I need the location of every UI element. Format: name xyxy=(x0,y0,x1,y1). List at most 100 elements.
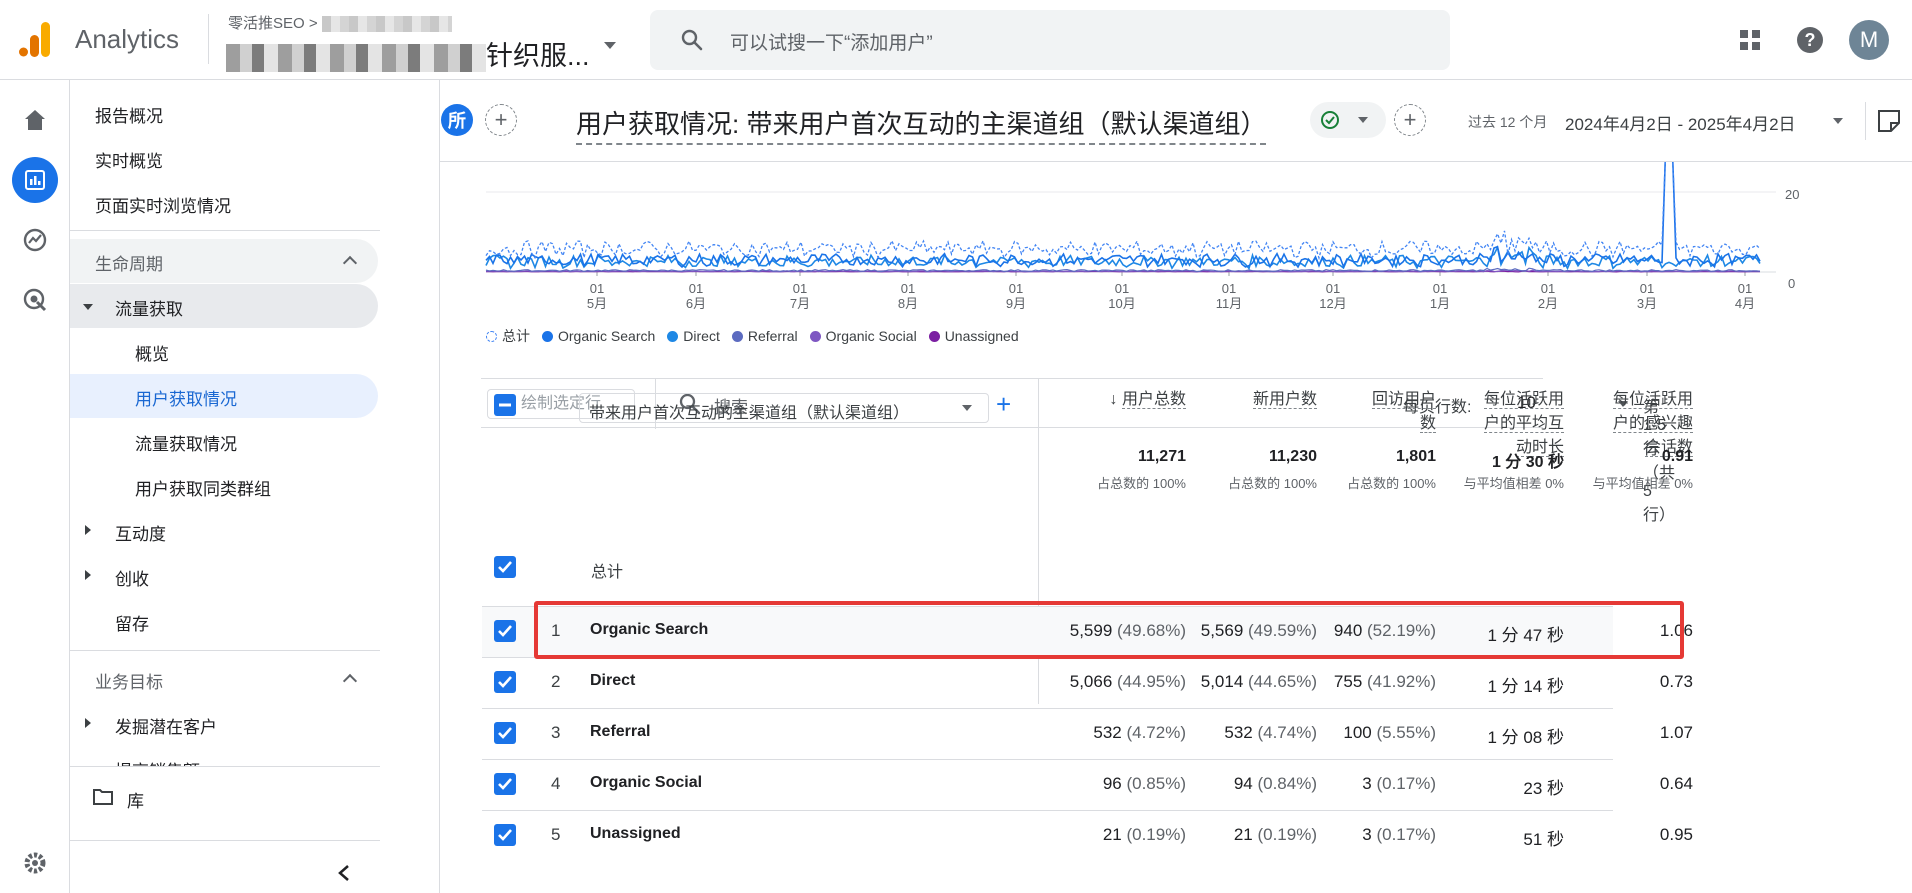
chevron-down-icon[interactable] xyxy=(1833,118,1843,124)
advertising-icon[interactable] xyxy=(12,277,58,323)
legend-item[interactable]: Organic Social xyxy=(809,328,917,344)
nav-library[interactable]: 库 xyxy=(127,787,144,812)
nav-acquisition-label: 流量获取 xyxy=(115,300,183,319)
reports-icon[interactable] xyxy=(12,157,58,203)
nav-reports-snapshot[interactable]: 报告概况 xyxy=(95,102,163,127)
nav-generate-leads[interactable]: 发掘潜在客户 xyxy=(115,713,217,738)
legend-item[interactable]: Organic Search xyxy=(542,328,655,344)
explore-icon[interactable] xyxy=(12,217,58,263)
legend-item[interactable]: 总计 xyxy=(486,326,530,346)
legend-item[interactable]: Unassigned xyxy=(928,328,1019,344)
metric-value: 5,066 xyxy=(1069,672,1113,691)
primary-dimension-select[interactable]: 带来用户首次互动的主渠道组（默认渠道组） xyxy=(579,393,989,423)
date-range-picker[interactable]: 2024年4月2日 - 2025年4月2日 xyxy=(1565,110,1796,135)
column-header[interactable]: 新用户数 xyxy=(1252,388,1317,412)
legend-item[interactable]: Referral xyxy=(731,328,798,344)
table-row[interactable] xyxy=(482,708,1613,759)
row-checkbox[interactable] xyxy=(494,824,516,846)
chevron-down-icon[interactable] xyxy=(604,42,616,49)
analytics-logo[interactable] xyxy=(18,20,52,58)
legend-label: Organic Search xyxy=(558,328,656,344)
nav-realtime-overview[interactable]: 实时概览 xyxy=(95,147,163,172)
total-subtext: 与平均值相差 0% xyxy=(1463,476,1564,491)
nav-retention[interactable]: 留存 xyxy=(115,610,149,635)
customize-report-icon[interactable] xyxy=(1876,108,1902,134)
row-metric-value: 21 (0.19%) xyxy=(1103,825,1186,845)
collapse-panel-icon[interactable] xyxy=(336,863,352,883)
row-metric-value: 94 (0.84%) xyxy=(1234,774,1317,794)
row-index: 3 xyxy=(551,723,561,742)
comparison-chip[interactable]: 所 xyxy=(441,104,473,136)
row-metric-value: 96 (0.85%) xyxy=(1103,774,1186,794)
legend-swatch xyxy=(486,331,497,342)
property-selector[interactable]: 针织服... xyxy=(226,34,590,73)
row-metric-value: 51 秒 xyxy=(1523,825,1564,850)
redacted-property xyxy=(226,43,486,72)
row-checkbox[interactable] xyxy=(494,722,516,744)
metric-percent: (0.17%) xyxy=(1371,825,1436,844)
left-rail xyxy=(0,80,70,893)
row-checkbox[interactable] xyxy=(494,773,516,795)
nav-business-objectives[interactable]: 业务目标 xyxy=(95,668,163,693)
legend-swatch xyxy=(809,331,821,342)
series-line-referral xyxy=(485,267,1761,273)
column-header[interactable]: ↓ 用户总数 xyxy=(1110,388,1186,412)
total-subtext: 占总数的 100% xyxy=(1347,476,1436,491)
row-channel-name[interactable]: Referral xyxy=(590,723,650,741)
x-tick-label: 6月 xyxy=(686,296,706,311)
settings-gear-icon[interactable] xyxy=(12,840,58,886)
x-tick-label: 01 xyxy=(689,281,703,296)
nav-monetization[interactable]: 创收 xyxy=(115,565,149,590)
nav-acq-overview[interactable]: 概览 xyxy=(135,340,169,365)
column-header-label: 每位活跃用 xyxy=(1483,391,1564,409)
metric-value: 755 xyxy=(1333,672,1363,691)
nav-realtime-pages[interactable]: 页面实时浏览情况 xyxy=(95,192,231,217)
legend-item[interactable]: Direct xyxy=(667,328,720,344)
metric-percent: (4.74%) xyxy=(1252,723,1317,742)
expand-arrow-icon xyxy=(83,304,93,310)
annotation-highlight xyxy=(534,601,1684,659)
help-icon[interactable]: ? xyxy=(1790,20,1830,60)
report-navigation: 报告概况 实时概览 页面实时浏览情况 生命周期 流量获取 概览 用户获取情况 流… xyxy=(70,80,440,893)
nav-engagement[interactable]: 互动度 xyxy=(115,520,166,545)
row-channel-name[interactable]: Organic Social xyxy=(590,774,702,792)
nav-acquisition-cohorts[interactable]: 用户获取同类群组 xyxy=(135,475,271,500)
metric-percent: (44.65%) xyxy=(1243,672,1317,691)
data-quality-status[interactable] xyxy=(1310,102,1386,138)
column-header[interactable]: 回访用户数 xyxy=(1371,388,1436,436)
row-metric-value: 755 (41.92%) xyxy=(1334,672,1436,692)
select-all-checkbox[interactable] xyxy=(494,394,516,416)
column-header-label: 新用户数 xyxy=(1252,391,1317,409)
add-filter-button[interactable]: + xyxy=(1394,104,1426,136)
total-row-checkbox[interactable] xyxy=(494,556,516,578)
avatar[interactable]: M xyxy=(1849,20,1889,60)
total-subtext: 与平均值相差 0% xyxy=(1592,476,1693,491)
apps-grid-icon[interactable] xyxy=(1730,20,1770,60)
x-tick-label: 1月 xyxy=(1430,296,1450,311)
nav-traffic-acquisition[interactable]: 流量获取情况 xyxy=(135,430,237,455)
expand-arrow-icon xyxy=(85,718,91,728)
search-input[interactable]: 可以试搜一下“添加用户” xyxy=(650,10,1450,70)
row-channel-name[interactable]: Direct xyxy=(590,672,635,690)
metric-value: 5,014 xyxy=(1200,672,1244,691)
add-comparison-button[interactable]: + xyxy=(485,104,517,136)
total-subtext: 占总数的 100% xyxy=(1097,476,1186,491)
add-dimension-button[interactable]: + xyxy=(996,389,1011,420)
total-value: 1 分 30 秒 xyxy=(1491,454,1564,471)
chevron-up-icon[interactable] xyxy=(342,673,358,689)
report-header: 所 + 用户获取情况: 带来用户首次互动的主渠道组（默认渠道组） + 过去 12… xyxy=(440,80,1912,162)
row-checkbox[interactable] xyxy=(494,671,516,693)
page-title[interactable]: 用户获取情况: 带来用户首次互动的主渠道组（默认渠道组） xyxy=(576,104,1267,145)
total-subtext: 占总数的 100% xyxy=(1228,476,1317,491)
nav-drive-sales[interactable]: 提高销售额 xyxy=(115,757,200,766)
table-row[interactable] xyxy=(482,657,1613,708)
divider xyxy=(208,14,209,64)
account-breadcrumb[interactable]: 零活推SEO > xyxy=(228,12,452,33)
legend-label: 总计 xyxy=(502,328,530,344)
metric-value: 0.95 xyxy=(1659,825,1693,844)
home-icon[interactable] xyxy=(12,97,58,143)
row-checkbox[interactable] xyxy=(494,620,516,642)
row-channel-name[interactable]: Unassigned xyxy=(590,825,681,843)
y-tick-label: 200 xyxy=(1785,187,1800,202)
x-tick-label: 4月 xyxy=(1735,296,1755,311)
